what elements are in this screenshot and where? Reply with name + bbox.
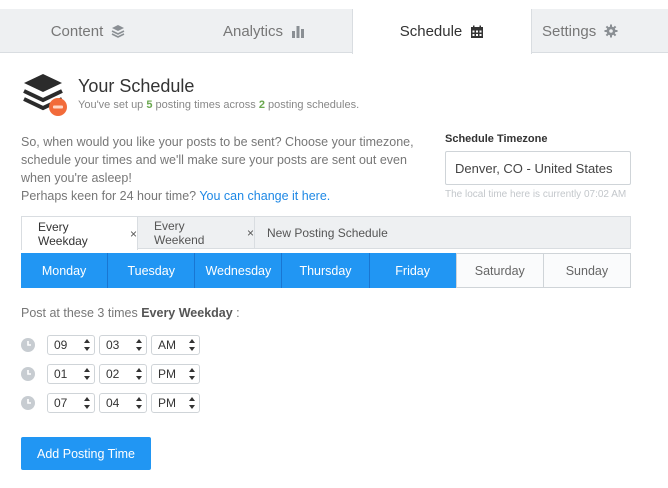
summary-suffix: posting schedules. <box>264 99 360 111</box>
schedule-tab-label: Every Weekend <box>154 218 205 247</box>
minute-select[interactable]: 02 <box>99 364 147 384</box>
hour-select[interactable]: 07 <box>47 393 95 413</box>
posting-time-row: 09 03 AM <box>21 335 204 355</box>
post-label-prefix: Post at these 3 times <box>21 306 142 320</box>
minute-select[interactable]: 03 <box>99 335 147 355</box>
hour-format-line: Perhaps keen for 24 hour time? You can c… <box>21 187 416 205</box>
change-hour-format-link[interactable]: You can change it here. <box>199 189 330 203</box>
hour-value: 09 <box>54 338 68 352</box>
day-wednesday[interactable]: Wednesday <box>195 253 283 288</box>
minute-value: 03 <box>106 338 120 352</box>
timezone-input[interactable]: Denver, CO - United States <box>445 151 631 185</box>
summary-prefix: You've set up <box>78 99 147 111</box>
page-title: Your Schedule <box>78 76 195 96</box>
stepper-arrows-icon <box>136 339 142 351</box>
layers-icon <box>111 25 125 38</box>
clock-icon <box>21 396 35 410</box>
close-icon[interactable]: × <box>130 227 137 241</box>
summary-middle: posting times across <box>152 99 259 111</box>
ampm-value: PM <box>158 367 176 381</box>
intro-paragraph: So, when would you like your posts to be… <box>21 135 414 185</box>
tab-schedule-label: Schedule <box>399 23 463 40</box>
post-label-schedule: Every Weekday <box>141 306 233 320</box>
tab-content[interactable]: Content <box>0 9 176 53</box>
schedule-summary: You've set up 5 posting times across 2 p… <box>78 99 359 111</box>
day-saturday[interactable]: Saturday <box>455 253 544 288</box>
schedule-tabs: Every Weekday × Every Weekend × New Post… <box>21 216 631 250</box>
minute-value: 04 <box>106 396 120 410</box>
ampm-select[interactable]: PM <box>151 393 200 413</box>
posting-time-row: 01 02 PM <box>21 364 204 384</box>
schedule-tab-label: New Posting Schedule <box>267 225 388 240</box>
tab-settings[interactable]: Settings <box>532 9 668 53</box>
tab-settings-label: Settings <box>542 22 597 40</box>
calendar-icon <box>471 25 484 38</box>
hour-select[interactable]: 09 <box>47 335 95 355</box>
buffer-logo <box>23 74 67 116</box>
day-thursday[interactable]: Thursday <box>282 253 370 288</box>
hour-value: 01 <box>54 367 68 381</box>
posting-time-row: 07 04 PM <box>21 393 204 413</box>
ampm-select[interactable]: AM <box>151 335 200 355</box>
clock-icon <box>21 338 35 352</box>
day-friday[interactable]: Friday <box>369 253 456 288</box>
close-icon[interactable]: × <box>247 226 254 240</box>
post-label-suffix: : <box>232 306 240 320</box>
local-time-note: The local time here is currently 07:02 A… <box>445 189 627 200</box>
hour-value: 07 <box>54 396 68 410</box>
schedule-tab-every-weekday[interactable]: Every Weekday × <box>21 216 138 250</box>
hour-select[interactable]: 01 <box>47 364 95 384</box>
stepper-arrows-icon <box>189 397 195 409</box>
stepper-arrows-icon <box>136 368 142 380</box>
schedule-tab-every-weekend[interactable]: Every Weekend × <box>138 216 255 249</box>
post-times-label: Post at these 3 times Every Weekday : <box>21 306 240 320</box>
hour-format-prefix: Perhaps keen for 24 hour time? <box>21 189 200 203</box>
timezone-label: Schedule Timezone <box>445 133 548 145</box>
new-posting-schedule-tab[interactable]: New Posting Schedule <box>255 216 405 249</box>
day-tuesday[interactable]: Tuesday <box>108 253 196 288</box>
minute-value: 02 <box>106 367 120 381</box>
minute-select[interactable]: 04 <box>99 393 147 413</box>
ampm-value: PM <box>158 396 176 410</box>
day-sunday[interactable]: Sunday <box>542 253 631 288</box>
tab-content-label: Content <box>50 22 104 40</box>
ampm-value: AM <box>158 338 176 352</box>
top-tab-bar: Content Analytics Schedule Settings <box>0 9 668 54</box>
tab-schedule[interactable]: Schedule <box>352 9 532 54</box>
clock-icon <box>21 367 35 381</box>
tab-analytics-label: Analytics <box>222 22 284 40</box>
day-toggle-group: Monday Tuesday Wednesday Thursday Friday… <box>21 253 631 288</box>
stepper-arrows-icon <box>136 397 142 409</box>
day-monday[interactable]: Monday <box>21 253 109 288</box>
bar-chart-icon <box>292 26 305 38</box>
gear-icon <box>604 24 618 38</box>
schedule-tab-label: Every Weekday <box>38 219 88 248</box>
stepper-arrows-icon <box>84 368 90 380</box>
stepper-arrows-icon <box>189 368 195 380</box>
intro-text: So, when would you like your posts to be… <box>21 133 416 205</box>
add-posting-time-button[interactable]: Add Posting Time <box>21 437 151 470</box>
tab-analytics[interactable]: Analytics <box>176 9 352 53</box>
stepper-arrows-icon <box>84 339 90 351</box>
ampm-select[interactable]: PM <box>151 364 200 384</box>
stepper-arrows-icon <box>84 397 90 409</box>
stepper-arrows-icon <box>189 339 195 351</box>
